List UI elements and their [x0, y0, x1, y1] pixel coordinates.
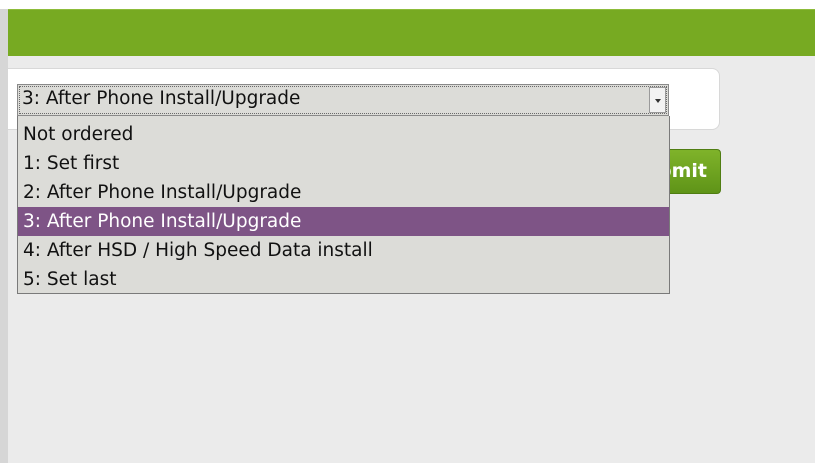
option-after-phone-install-3[interactable]: 3: After Phone Install/Upgrade — [18, 207, 669, 236]
chevron-down-icon[interactable] — [649, 87, 666, 113]
option-after-phone-install-2[interactable]: 2: After Phone Install/Upgrade — [18, 178, 669, 207]
order-dropdown-list: Not ordered 1: Set first 2: After Phone … — [17, 116, 670, 294]
option-set-first[interactable]: 1: Set first — [18, 149, 669, 178]
option-not-ordered[interactable]: Not ordered — [18, 120, 669, 149]
window-left-edge — [0, 9, 8, 463]
order-select[interactable]: 3: After Phone Install/Upgrade — [17, 84, 669, 116]
option-set-last[interactable]: 5: Set last — [18, 265, 669, 294]
order-select-value: 3: After Phone Install/Upgrade — [22, 88, 301, 109]
window-top-edge — [0, 0, 815, 9]
header-bar — [8, 9, 815, 56]
option-after-hsd-install[interactable]: 4: After HSD / High Speed Data install — [18, 236, 669, 265]
